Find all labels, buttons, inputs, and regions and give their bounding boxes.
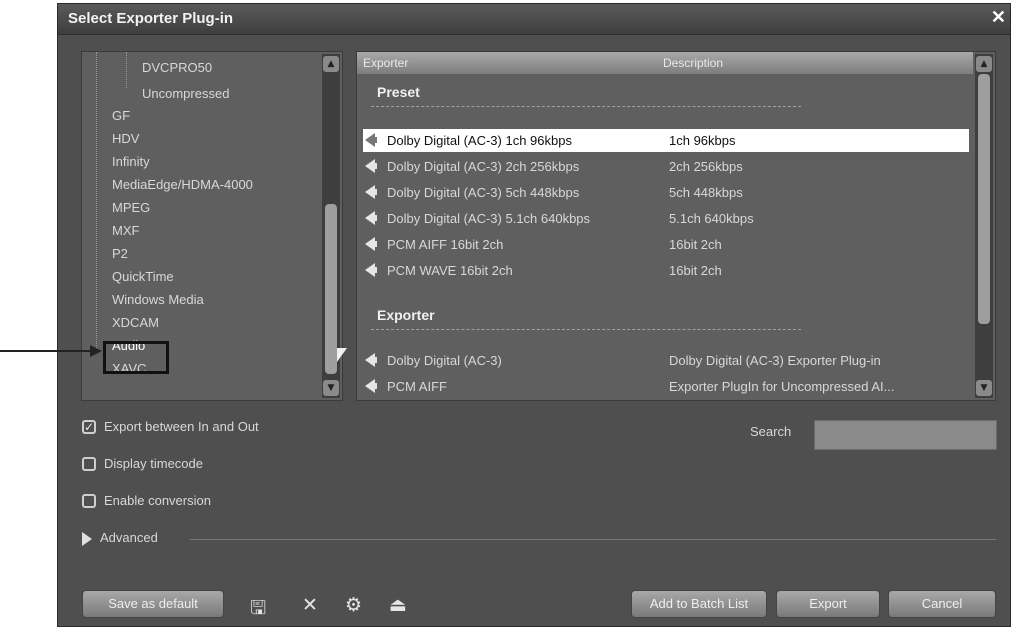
- export-preset-icon[interactable]: ⏏: [389, 594, 407, 616]
- annotation-arrow-head: [90, 345, 102, 357]
- exporter-name: PCM AIFF 16bit 2ch: [387, 237, 504, 252]
- tree-item[interactable]: MXF: [112, 223, 139, 238]
- tree-item[interactable]: HDV: [112, 131, 139, 146]
- list-scrollbar[interactable]: ▲ ▼: [975, 54, 993, 398]
- speaker-icon-base: [373, 267, 377, 273]
- display-timecode-checkbox[interactable]: [82, 457, 96, 471]
- exporter-description: 5.1ch 640kbps: [669, 211, 754, 226]
- cancel-button[interactable]: Cancel: [888, 590, 996, 618]
- exporter-name: Dolby Digital (AC-3) 5.1ch 640kbps: [387, 211, 591, 226]
- column-header-exporter[interactable]: Exporter: [363, 56, 408, 70]
- list-row[interactable]: Dolby Digital (AC-3) 5.1ch 640kbps 5.1ch …: [363, 207, 969, 230]
- tree-item[interactable]: MediaEdge/HDMA-4000: [112, 177, 253, 192]
- scroll-up-icon[interactable]: ▲: [323, 56, 339, 72]
- scroll-thumb[interactable]: [325, 204, 337, 374]
- speaker-icon-base: [373, 215, 377, 221]
- tree-item[interactable]: GF: [112, 108, 130, 123]
- tree-line: [126, 52, 127, 88]
- save-icon[interactable]: 🖫: [250, 594, 266, 626]
- speaker-icon-base: [373, 357, 377, 363]
- select-exporter-dialog: Select Exporter Plug-in ✕ DVCPRO50 Uncomp…: [57, 3, 1011, 627]
- export-in-out-label: Export between In and Out: [104, 419, 259, 434]
- exporter-name: PCM WAVE 16bit 2ch: [387, 263, 513, 278]
- annotation-arrow: [0, 350, 92, 352]
- group-label: Preset: [377, 84, 420, 100]
- exporter-description: Dolby Digital (AC-3) Exporter Plug-in: [669, 353, 881, 368]
- display-timecode-label: Display timecode: [104, 456, 203, 471]
- speaker-icon-base: [373, 163, 377, 169]
- close-icon[interactable]: ✕: [991, 7, 1006, 28]
- tree-item[interactable]: P2: [112, 246, 128, 261]
- exporter-name: Dolby Digital (AC-3) 2ch 256kbps: [387, 159, 580, 174]
- tree-item[interactable]: Infinity: [112, 154, 150, 169]
- advanced-divider: [190, 539, 996, 540]
- tree-item[interactable]: Windows Media: [112, 292, 204, 307]
- settings-icon[interactable]: ⚙: [345, 594, 362, 616]
- exporter-name: PCM AIFF: [387, 379, 447, 394]
- save-as-default-button[interactable]: Save as default: [82, 590, 224, 618]
- exporter-description: 16bit 2ch: [669, 263, 722, 278]
- speaker-icon-base: [373, 137, 377, 143]
- plugin-tree[interactable]: DVCPRO50 Uncompressed GF HDV Infinity MediaEd…: [81, 51, 343, 401]
- speaker-icon-base: [373, 383, 377, 389]
- triangle-right-icon[interactable]: [82, 532, 92, 546]
- speaker-icon-base: [373, 241, 377, 247]
- list-row[interactable]: Dolby Digital (AC-3) 1ch 96kbps 1ch 96kbp…: [363, 129, 969, 152]
- dialog-title: Select Exporter Plug-in: [68, 10, 234, 27]
- scroll-down-icon[interactable]: ▼: [976, 380, 992, 396]
- search-label: Search: [750, 424, 792, 439]
- tree-item[interactable]: Uncompressed: [142, 86, 229, 101]
- mouse-pointer-icon: [337, 348, 347, 362]
- add-to-batch-list-button[interactable]: Add to Batch List: [631, 590, 767, 618]
- search-input[interactable]: [814, 420, 997, 450]
- exporter-description: 2ch 256kbps: [669, 159, 743, 174]
- tree-line: [96, 52, 97, 352]
- list-row[interactable]: Dolby Digital (AC-3) 2ch 256kbps 2ch 256k…: [363, 155, 969, 178]
- exporter-name: Dolby Digital (AC-3): [387, 353, 502, 368]
- group-label: Exporter: [377, 307, 435, 323]
- tree-item[interactable]: XDCAM: [112, 315, 159, 330]
- tree-item[interactable]: MPEG: [112, 200, 150, 215]
- exporter-description: 1ch 96kbps: [669, 133, 736, 148]
- tree-item[interactable]: QuickTime: [112, 269, 174, 284]
- group-divider: [371, 329, 801, 330]
- enable-conversion-label: Enable conversion: [104, 493, 211, 508]
- list-header: Exporter Description: [357, 52, 973, 74]
- tree-scrollbar[interactable]: ▲ ▼: [322, 54, 340, 398]
- exporter-list[interactable]: Exporter Description Preset Dolby Digital…: [356, 51, 996, 401]
- exporter-description: 16bit 2ch: [669, 237, 722, 252]
- title-bar[interactable]: Select Exporter Plug-in ✕: [58, 4, 1010, 35]
- export-in-out-checkbox[interactable]: ✓: [82, 420, 96, 434]
- delete-icon[interactable]: ✕: [302, 594, 318, 616]
- list-row[interactable]: PCM AIFF 16bit 2ch 16bit 2ch: [363, 233, 969, 256]
- exporter-name: Dolby Digital (AC-3) 1ch 96kbps: [387, 133, 572, 148]
- exporter-name: Dolby Digital (AC-3) 5ch 448kbps: [387, 185, 580, 200]
- tree-selection-highlight: [103, 341, 169, 374]
- list-row[interactable]: Dolby Digital (AC-3) Dolby Digital (AC-3)…: [363, 349, 969, 372]
- list-row[interactable]: PCM WAVE 16bit 2ch 16bit 2ch: [363, 259, 969, 282]
- scroll-down-icon[interactable]: ▼: [323, 380, 339, 396]
- exporter-description: Exporter PlugIn for Uncompressed AI...: [669, 379, 895, 394]
- scroll-thumb[interactable]: [978, 74, 990, 324]
- exporter-description: 5ch 448kbps: [669, 185, 743, 200]
- tree-item[interactable]: DVCPRO50: [142, 60, 212, 75]
- speaker-icon-base: [373, 189, 377, 195]
- list-row[interactable]: PCM AIFF Exporter PlugIn for Uncompressed…: [363, 375, 969, 398]
- column-header-description[interactable]: Description: [663, 56, 723, 70]
- list-row[interactable]: Dolby Digital (AC-3) 5ch 448kbps 5ch 448k…: [363, 181, 969, 204]
- advanced-label: Advanced: [100, 530, 158, 545]
- enable-conversion-checkbox[interactable]: [82, 494, 96, 508]
- export-button[interactable]: Export: [776, 590, 880, 618]
- group-divider: [371, 106, 801, 107]
- scroll-up-icon[interactable]: ▲: [976, 56, 992, 72]
